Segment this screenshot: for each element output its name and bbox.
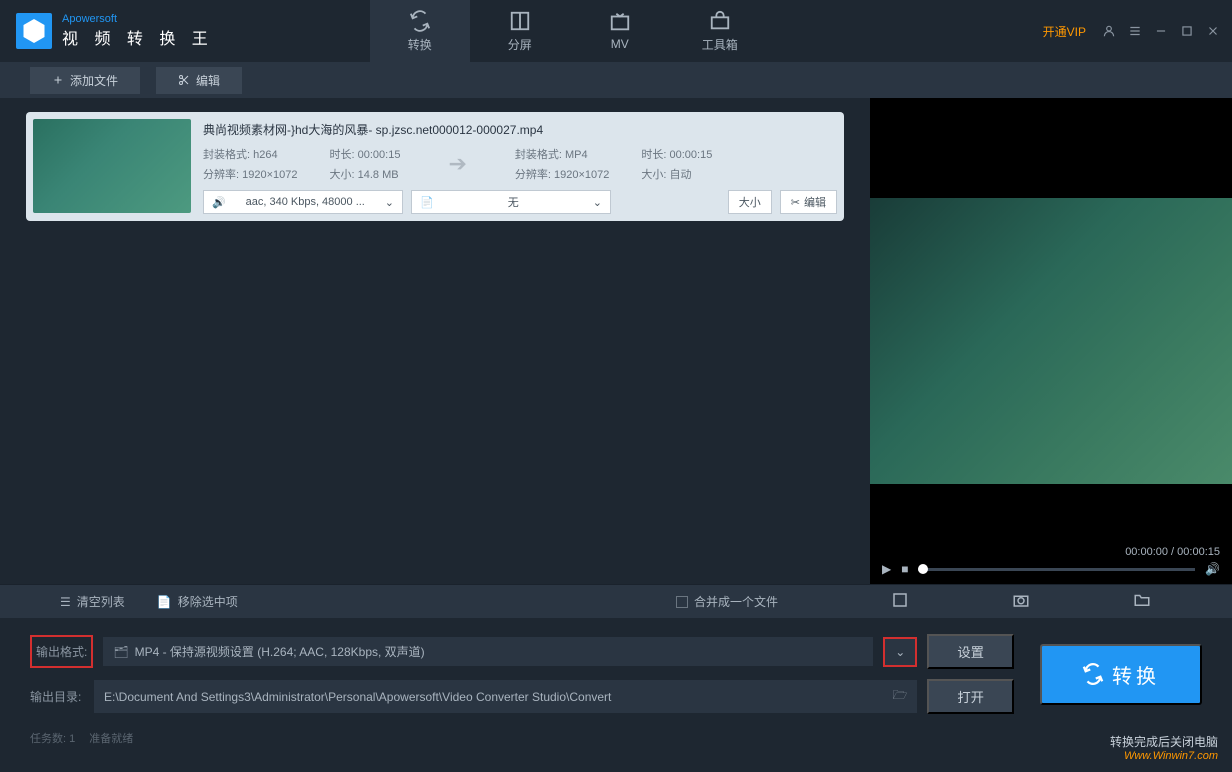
clear-icon: ☰ — [60, 595, 71, 609]
chevron-down-icon: ⌄ — [895, 645, 905, 659]
tab-split[interactable]: 分屏 — [470, 0, 570, 62]
convert-button[interactable]: 转换 — [1040, 644, 1202, 705]
subtitle-icon: 📄 — [420, 196, 434, 209]
file-thumbnail — [33, 119, 191, 213]
watermark: 转换完成后关闭电脑 Www.Winwin7.com — [1110, 733, 1218, 762]
merge-checkbox[interactable]: 合并成一个文件 — [676, 593, 778, 610]
output-format-label: 输出格式: — [30, 635, 93, 668]
preview-time: 00:00:00 / 00:00:15 — [882, 546, 1220, 562]
user-icon[interactable] — [1102, 24, 1116, 38]
app-logo: Apowersoft 视 频 转 换 王 — [0, 0, 230, 62]
browse-folder-icon[interactable]: 🗁 — [892, 686, 907, 707]
preview-pane: 00:00:00 / 00:00:15 ▶ ■ 🔊 — [870, 98, 1232, 584]
subtitle-dropdown[interactable]: 📄 无 ⌄ — [411, 190, 611, 214]
clear-list-button[interactable]: ☰ 清空列表 — [60, 593, 125, 610]
tab-convert-label: 转换 — [408, 36, 432, 53]
maximize-icon[interactable] — [1180, 24, 1194, 38]
open-button[interactable]: 打开 — [927, 679, 1014, 714]
stop-button[interactable]: ■ — [901, 562, 908, 576]
scissors-icon — [178, 74, 190, 86]
seek-bar[interactable] — [918, 568, 1195, 571]
vip-button[interactable]: 开通VIP — [1039, 21, 1090, 42]
remove-icon: 📄 — [157, 595, 172, 609]
volume-button[interactable]: 🔊 — [1205, 562, 1220, 576]
scissors-icon: ✂ — [791, 196, 800, 209]
output-format-dropdown[interactable]: ⌄ — [883, 637, 917, 667]
logo-title: 视 频 转 换 王 — [62, 25, 214, 49]
file-name: 典尚视频素材网-}hd大海的风暴- sp.jzsc.net000012-0000… — [203, 119, 837, 146]
chevron-down-icon: ⌄ — [593, 196, 602, 209]
size-button[interactable]: 大小 — [728, 190, 772, 214]
plus-icon — [52, 74, 64, 86]
task-count: 任务数: 1 — [30, 730, 75, 746]
tab-mv-label: MV — [611, 37, 629, 51]
close-icon[interactable] — [1206, 24, 1220, 38]
add-file-button[interactable]: 添加文件 — [30, 67, 140, 94]
menu-icon[interactable] — [1128, 24, 1142, 38]
tab-split-label: 分屏 — [508, 36, 532, 53]
settings-button[interactable]: 设置 — [927, 634, 1014, 669]
logo-brand: Apowersoft — [62, 13, 214, 25]
camera-icon[interactable] — [1012, 591, 1030, 612]
list-actions: ☰ 清空列表 📄 移除选中项 合并成一个文件 — [0, 584, 1232, 618]
file-list: 典尚视频素材网-}hd大海的风暴- sp.jzsc.net000012-0000… — [0, 98, 870, 584]
footer: 输出格式: 🗂 MP4 - 保持源视频设置 (H.264; AAC, 128Kb… — [0, 618, 1232, 722]
checkbox-icon — [676, 596, 688, 608]
logo-icon — [16, 13, 52, 49]
output-dir-label: 输出目录: — [30, 688, 84, 705]
refresh-icon — [1082, 663, 1104, 685]
item-edit-button[interactable]: ✂编辑 — [780, 190, 837, 214]
status-bar: 任务数: 1 准备就绪 — [0, 722, 1232, 754]
tab-convert[interactable]: 转换 — [370, 0, 470, 62]
toolbar: 添加文件 编辑 — [0, 62, 1232, 98]
tab-toolbox[interactable]: 工具箱 — [670, 0, 770, 62]
remove-selected-button[interactable]: 📄 移除选中项 — [157, 593, 238, 610]
main-tabs: 转换 分屏 MV 工具箱 — [370, 0, 770, 62]
file-item[interactable]: 典尚视频素材网-}hd大海的风暴- sp.jzsc.net000012-0000… — [26, 112, 844, 221]
format-icon: 🗂 — [113, 645, 128, 659]
titlebar: Apowersoft 视 频 转 换 王 转换 分屏 MV 工具箱 开通VIP — [0, 0, 1232, 62]
output-dir-field[interactable]: E:\Document And Settings3\Administrator\… — [94, 680, 917, 713]
play-button[interactable]: ▶ — [882, 562, 891, 576]
chevron-down-icon: ⌄ — [385, 196, 394, 209]
audio-icon: 🔊 — [212, 196, 226, 209]
minimize-icon[interactable] — [1154, 24, 1168, 38]
audio-dropdown[interactable]: 🔊 aac, 340 Kbps, 48000 ... ⌄ — [203, 190, 403, 214]
output-format-field: 🗂 MP4 - 保持源视频设置 (H.264; AAC, 128Kbps, 双声… — [103, 637, 873, 666]
crop-icon[interactable] — [891, 591, 909, 612]
edit-button[interactable]: 编辑 — [156, 67, 242, 94]
arrow-right-icon: ➔ — [432, 151, 482, 177]
status-text: 准备就绪 — [89, 730, 133, 746]
tab-mv[interactable]: MV — [570, 0, 670, 62]
folder-icon[interactable] — [1133, 591, 1151, 612]
tab-toolbox-label: 工具箱 — [702, 36, 738, 53]
preview-video — [870, 198, 1232, 484]
